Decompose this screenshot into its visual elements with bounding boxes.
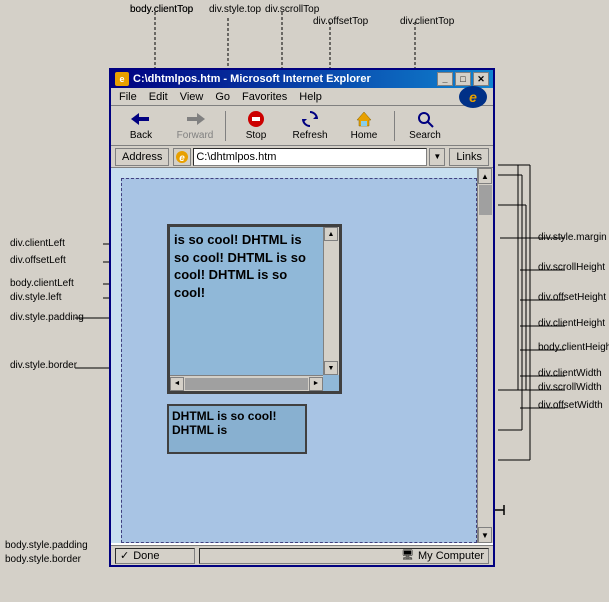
- inner-div: ▲ ▼ ◄ ► is so cool! DHTML is so cool! DH…: [167, 224, 342, 394]
- refresh-icon: [300, 110, 320, 128]
- address-input[interactable]: C:\dhtmlpos.htm: [193, 148, 427, 166]
- label-div-client-width: div.clientWidth: [538, 368, 602, 379]
- maximize-button[interactable]: □: [455, 72, 471, 86]
- toolbar-separator-1: [225, 111, 226, 141]
- scroll-left-btn[interactable]: ◄: [170, 377, 184, 391]
- links-button[interactable]: Links: [449, 148, 489, 166]
- status-icon: ✓: [120, 549, 129, 562]
- outer-scroll-up[interactable]: ▲: [478, 168, 492, 184]
- address-bar: Address e C:\dhtmlpos.htm ▼ Links: [111, 146, 493, 168]
- status-computer: 🖥 My Computer: [199, 548, 489, 564]
- status-bar: ✓ Done 🖥 My Computer: [111, 545, 493, 565]
- menu-bar: File Edit View Go Favorites Help e: [111, 88, 493, 106]
- label-div-scroll-top: div.scrollTop: [265, 4, 319, 15]
- back-button[interactable]: Back: [115, 108, 167, 144]
- label-body-style-padding: body.style.padding: [5, 540, 88, 551]
- toolbar: Back Forward Stop: [111, 106, 493, 146]
- back-label: Back: [130, 130, 152, 141]
- menu-file[interactable]: File: [113, 88, 143, 106]
- titlebar-left: e C:\dhtmlpos.htm - Microsoft Internet E…: [115, 72, 371, 86]
- browser-title: C:\dhtmlpos.htm - Microsoft Internet Exp…: [133, 73, 371, 85]
- menu-favorites[interactable]: Favorites: [236, 88, 293, 106]
- browser-window: e C:\dhtmlpos.htm - Microsoft Internet E…: [109, 68, 495, 567]
- home-label: Home: [351, 130, 378, 141]
- label-div-scroll-width: div.scrollWidth: [538, 382, 602, 393]
- label-div-offset-left: div.offsetLeft: [10, 255, 66, 266]
- second-div: DHTML is so cool! DHTML is: [167, 404, 307, 454]
- back-icon: [131, 110, 151, 128]
- menu-help[interactable]: Help: [293, 88, 328, 106]
- menu-edit[interactable]: Edit: [143, 88, 174, 106]
- diagram-container: body.clientTop body.clientTop div.style.…: [0, 0, 609, 602]
- computer-label: My Computer: [418, 550, 484, 562]
- home-button[interactable]: Home: [338, 108, 390, 144]
- search-icon: [415, 110, 435, 128]
- forward-label: Forward: [177, 130, 214, 141]
- inner-scrollbar-horizontal: ◄ ►: [170, 375, 323, 391]
- menu-go[interactable]: Go: [209, 88, 236, 106]
- home-icon: [354, 110, 374, 128]
- titlebar-buttons[interactable]: _ □ ✕: [437, 72, 489, 86]
- label-div-offset-top: div.offsetTop: [313, 16, 368, 27]
- toolbar-separator-2: [394, 111, 395, 141]
- label-body-client-top-text: body.clientTop: [130, 4, 193, 15]
- outer-div: ▲ ▼ ◄ ► is so cool! DHTML is so cool! DH…: [121, 178, 477, 543]
- stop-icon: [246, 110, 266, 128]
- scroll-down-btn[interactable]: ▼: [324, 361, 338, 375]
- label-body-client-left: body.clientLeft: [10, 278, 74, 289]
- label-div-style-top: div.style.top: [209, 4, 261, 15]
- label-div-offset-width: div.offsetWidth: [538, 400, 603, 411]
- content-area: ▲ ▼ ◄ ► is so cool! DHTML is so cool! DH…: [111, 168, 493, 543]
- refresh-button[interactable]: Refresh: [284, 108, 336, 144]
- label-div-style-left: div.style.left: [10, 292, 62, 303]
- label-div-client-top: div.clientTop: [400, 16, 454, 27]
- browser-icon: e: [115, 72, 129, 86]
- address-icon: e: [173, 148, 191, 166]
- scroll-right-btn[interactable]: ►: [309, 377, 323, 391]
- stop-button[interactable]: Stop: [230, 108, 282, 144]
- outer-scroll-thumb: [479, 185, 492, 215]
- label-div-style-border: div.style.border: [10, 360, 77, 371]
- label-body-style-border: body.style.border: [5, 554, 81, 565]
- address-label: Address: [115, 148, 169, 166]
- stop-label: Stop: [246, 130, 267, 141]
- computer-icon: 🖥: [401, 550, 414, 561]
- address-dropdown[interactable]: ▼: [429, 148, 445, 166]
- inner-div-text: is so cool! DHTML is so cool! DHTML is s…: [170, 227, 323, 305]
- label-div-style-padding: div.style.padding: [10, 312, 84, 323]
- close-button[interactable]: ✕: [473, 72, 489, 86]
- outer-scroll-down[interactable]: ▼: [478, 527, 492, 543]
- inner-scrollbar-vertical: ▲ ▼: [323, 227, 339, 375]
- label-div-scroll-height: div.scrollHeight: [538, 262, 605, 273]
- status-text: Done: [133, 550, 159, 562]
- status-done: ✓ Done: [115, 548, 195, 564]
- label-div-offset-height: div.offsetHeight: [538, 292, 606, 303]
- forward-icon: [185, 110, 205, 128]
- menu-view[interactable]: View: [174, 88, 210, 106]
- ie-logo: e: [459, 86, 487, 108]
- refresh-label: Refresh: [292, 130, 327, 141]
- label-div-client-height: div.clientHeight: [538, 318, 605, 329]
- forward-button[interactable]: Forward: [169, 108, 221, 144]
- scroll-up-btn[interactable]: ▲: [324, 227, 338, 241]
- minimize-button[interactable]: _: [437, 72, 453, 86]
- outer-scrollbar-vertical: ▲ ▼: [477, 168, 493, 543]
- svg-text:e: e: [180, 153, 186, 164]
- label-body-client-height: body.clientHeight: [538, 342, 609, 353]
- browser-titlebar: e C:\dhtmlpos.htm - Microsoft Internet E…: [111, 70, 493, 88]
- scroll-thumb-h: [185, 378, 308, 390]
- search-button[interactable]: Search: [399, 108, 451, 144]
- label-div-style-margin: div.style.margin: [538, 232, 607, 243]
- label-div-client-left: div.clientLeft: [10, 238, 65, 249]
- search-label: Search: [409, 130, 441, 141]
